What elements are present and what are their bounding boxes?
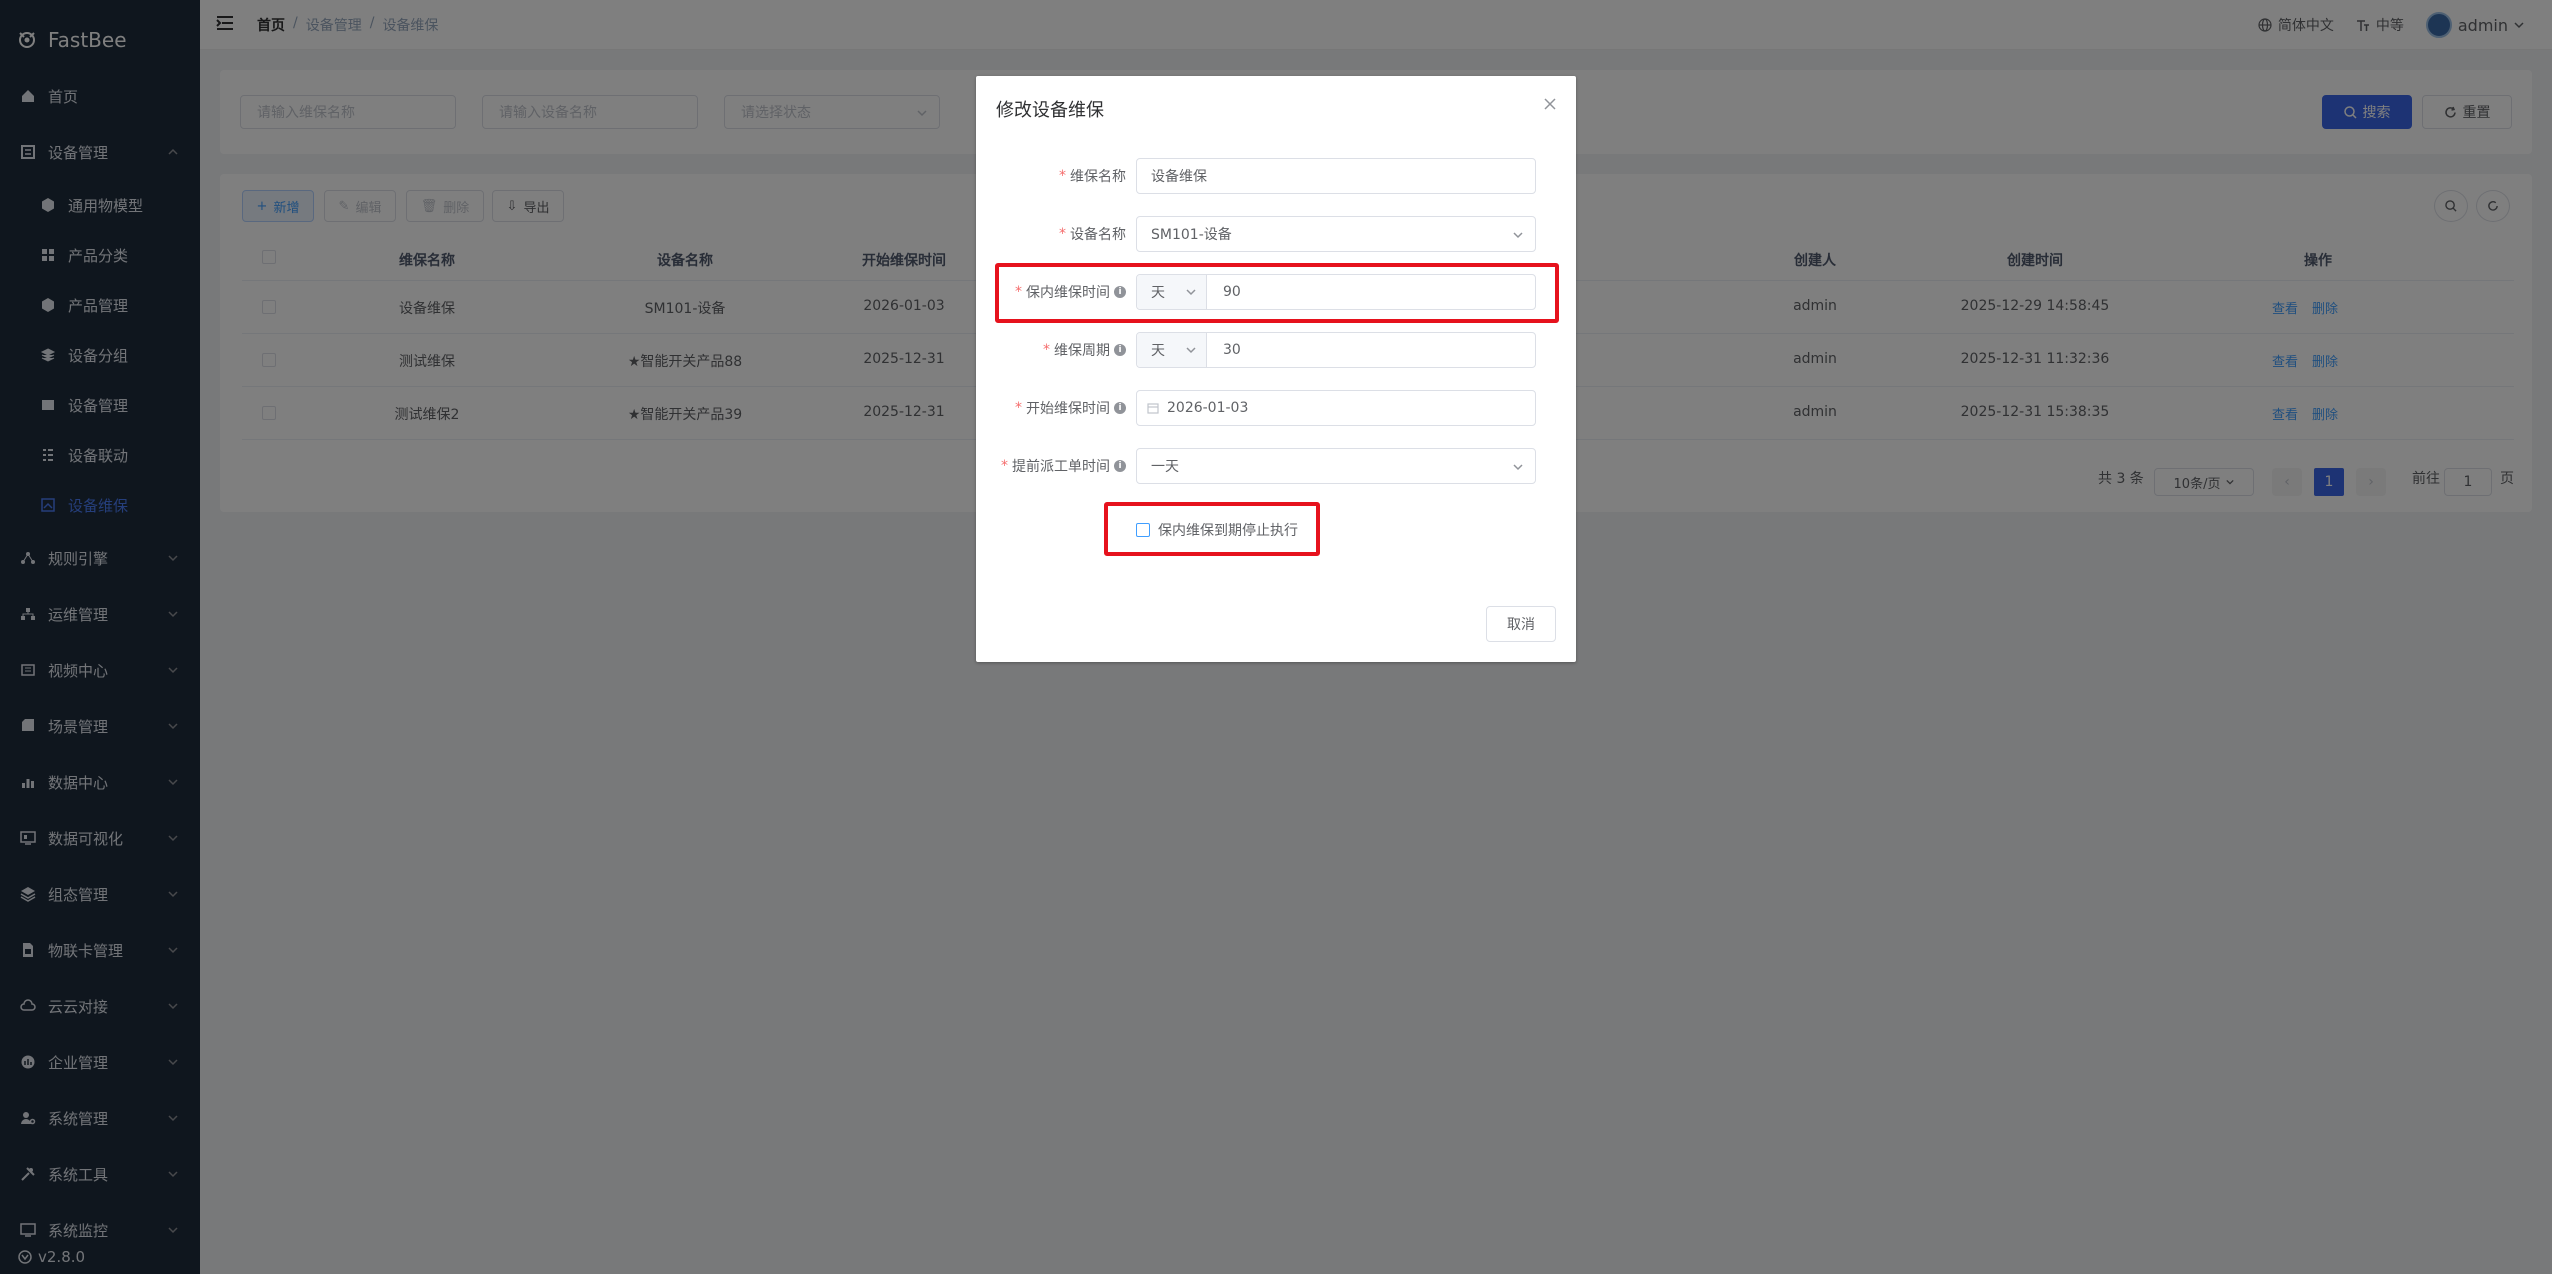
label-text: 维保名称: [1070, 169, 1126, 185]
form-row-start-time: * 开始维保时间 i 2026-01-03: [976, 388, 1576, 428]
chevron-down-icon: [1513, 464, 1523, 471]
form-label: * 设备名称: [1059, 224, 1126, 244]
label-text: 提前派工单时间: [1012, 459, 1110, 475]
dialog-title: 修改设备维保: [996, 100, 1104, 121]
date-value: 2026-01-03: [1167, 400, 1249, 416]
label-text: 开始维保时间: [1026, 401, 1110, 417]
form-label: * 开始维保时间 i: [1015, 398, 1126, 418]
chevron-down-icon: [1513, 232, 1523, 239]
form-row-advance-time: * 提前派工单时间 i 一天: [976, 446, 1576, 486]
cycle-unit-select[interactable]: 天: [1137, 333, 1207, 367]
label-text: 设备名称: [1070, 227, 1126, 243]
form-row-maintenance-name: * 维保名称 设备维保: [976, 156, 1576, 196]
highlight-box: [1104, 502, 1320, 556]
label-text: 维保周期: [1054, 343, 1110, 359]
chevron-down-icon: [1186, 347, 1196, 354]
unit-value: 天: [1151, 343, 1165, 359]
info-icon[interactable]: i: [1114, 460, 1126, 472]
form-label: * 维保名称: [1059, 166, 1126, 186]
form-label: * 维保周期 i: [1043, 340, 1126, 360]
close-icon[interactable]: [1544, 98, 1556, 110]
select-value: SM101-设备: [1151, 227, 1232, 243]
form-row-cycle: * 维保周期 i 天 30: [976, 330, 1576, 370]
form-row-device-name: * 设备名称 SM101-设备: [976, 214, 1576, 254]
maintenance-name-input[interactable]: 设备维保: [1136, 158, 1536, 194]
info-icon[interactable]: i: [1114, 344, 1126, 356]
edit-maintenance-dialog: 修改设备维保 * 维保名称 设备维保 * 设备名称 SM101-设备 * 保内维保时间…: [976, 76, 1576, 662]
device-name-select[interactable]: SM101-设备: [1136, 216, 1536, 252]
info-icon[interactable]: i: [1114, 402, 1126, 414]
highlight-box: [995, 263, 1559, 323]
form-label: * 提前派工单时间 i: [1001, 456, 1126, 476]
start-time-date-picker[interactable]: 2026-01-03: [1136, 390, 1536, 426]
cycle-input[interactable]: 30: [1223, 342, 1241, 358]
advance-time-select[interactable]: 一天: [1136, 448, 1536, 484]
cycle-input-group: 天 30: [1136, 332, 1536, 368]
required-mark: *: [1015, 400, 1022, 416]
required-mark: *: [1001, 458, 1008, 474]
required-mark: *: [1059, 226, 1066, 242]
required-mark: *: [1059, 168, 1066, 184]
calendar-icon: [1147, 403, 1159, 414]
select-value: 一天: [1151, 459, 1179, 475]
cancel-button[interactable]: 取消: [1486, 606, 1556, 642]
required-mark: *: [1043, 342, 1050, 358]
